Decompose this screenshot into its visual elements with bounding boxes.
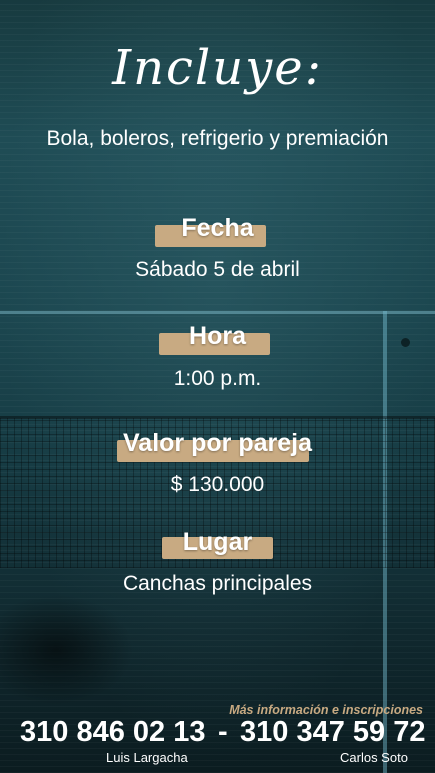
phone-number-2[interactable]: 310 347 59 72 bbox=[240, 716, 425, 749]
contact-name-2: Carlos Soto bbox=[340, 750, 408, 765]
date-value: Sábado 5 de abril bbox=[135, 258, 300, 281]
page-title: Incluye: bbox=[112, 40, 323, 96]
event-poster: Incluye: Bola, boleros, refrigerio y pre… bbox=[0, 0, 435, 773]
court-baseline bbox=[0, 311, 435, 314]
place-value: Canchas principales bbox=[122, 572, 313, 595]
phone-separator: - bbox=[218, 716, 228, 748]
contact-name-1: Luis Largacha bbox=[106, 750, 188, 765]
place-label: Lugar bbox=[182, 528, 253, 556]
includes-text: Bola, boleros, refrigerio y premiación bbox=[46, 127, 389, 150]
player-shadow bbox=[0, 590, 140, 710]
more-info-text: Más información e inscripciones bbox=[229, 703, 423, 717]
price-value: $ 130.000 bbox=[170, 473, 265, 496]
phone-number-1[interactable]: 310 846 02 13 bbox=[20, 716, 205, 749]
price-label: Valor por pareja bbox=[123, 429, 312, 457]
date-label: Fecha bbox=[181, 214, 254, 242]
time-label: Hora bbox=[189, 322, 246, 350]
time-value: 1:00 p.m. bbox=[173, 367, 262, 390]
